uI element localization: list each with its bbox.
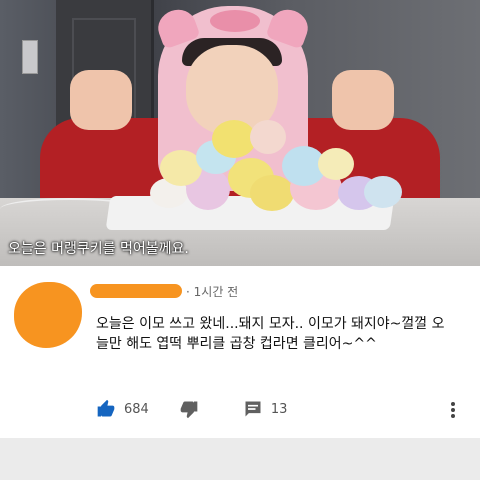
meringue <box>364 176 402 208</box>
video-caption: 오늘은 머랭쿠키를 먹어볼께요. <box>8 241 189 257</box>
reply-count: 13 <box>270 401 288 417</box>
username-redacted[interactable] <box>90 284 182 298</box>
hand-left <box>70 70 132 130</box>
light-switch <box>22 40 38 74</box>
meringue <box>318 148 354 180</box>
comment-timestamp: · 1시간 전 <box>186 285 239 299</box>
comment-text: 오늘은 이모 쓰고 왔네...돼지 모자.. 이모가 돼지야~껄껄 오늘만 해도… <box>96 316 445 352</box>
meringue <box>250 120 286 154</box>
comment-icon[interactable] <box>243 399 263 419</box>
hand-right <box>332 70 394 130</box>
comment-actions: 684 13 <box>96 398 287 420</box>
video-frame[interactable]: 오늘은 머랭쿠키를 먹어볼께요. <box>0 0 480 266</box>
more-vertical-icon[interactable] <box>448 400 458 420</box>
meringue <box>250 175 294 211</box>
like-count: 684 <box>124 401 149 417</box>
avatar-redacted[interactable] <box>14 282 82 348</box>
comment-time-text: 1시간 전 <box>193 285 239 299</box>
comment-card: · 1시간 전 오늘은 이모 쓰고 왔네...돼지 모자.. 이모가 돼지야~껄… <box>0 266 480 438</box>
thumbs-down-icon[interactable] <box>179 399 199 419</box>
pig-snout <box>210 10 260 32</box>
thumbs-up-icon[interactable] <box>96 399 116 419</box>
